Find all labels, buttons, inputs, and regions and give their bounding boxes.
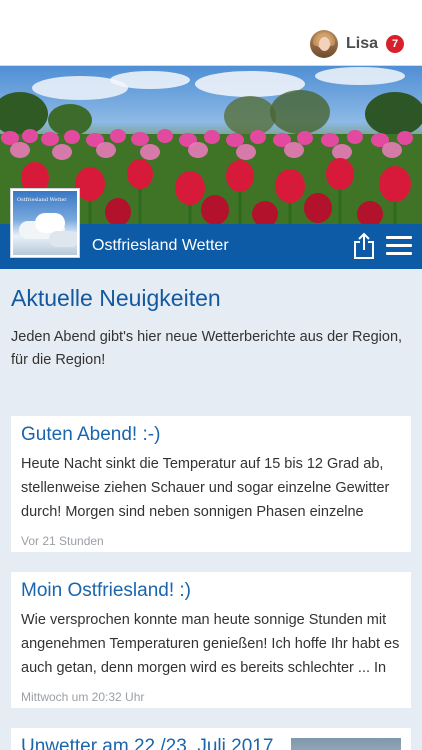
section-title: Aktuelle Neuigkeiten [11,285,221,311]
notification-badge[interactable]: 7 [386,35,404,53]
share-button[interactable] [352,232,376,260]
news-card-time: Mittwoch um 20:32 Uhr [21,690,145,704]
share-icon [354,232,374,259]
news-card-title[interactable]: Guten Abend! :-) [21,424,401,446]
news-card[interactable]: Moin Ostfriesland! :) Wie versprochen ko… [11,572,411,708]
news-card-time: Vor 21 Stunden [21,534,104,548]
page-title: Ostfriesland Wetter [92,237,229,254]
page-logo: Ostfriesland Wetter [10,188,80,258]
user-name[interactable]: Lisa [346,35,378,53]
news-card-body: Wie versprochen konnte man heute sonnige… [21,612,400,676]
top-bar: Lisa 7 [0,0,422,66]
section-intro: Jeden Abend gibt's hier neue Wetterberic… [11,329,403,368]
news-card[interactable]: Unwetter am 22./23. Juli 2017 [11,728,411,750]
user-profile[interactable]: Lisa 7 [309,29,404,59]
news-card-body: Heute Nacht sinkt die Temperatur auf 15 … [21,456,390,520]
hamburger-menu-icon[interactable] [386,236,412,256]
logo-text: Ostfriesland Wetter [17,197,67,203]
news-card-title[interactable]: Moin Ostfriesland! :) [21,580,401,602]
avatar[interactable] [309,30,338,58]
news-card[interactable]: Guten Abend! :-) Heute Nacht sinkt die T… [11,416,411,552]
news-card-thumbnail [291,738,401,750]
